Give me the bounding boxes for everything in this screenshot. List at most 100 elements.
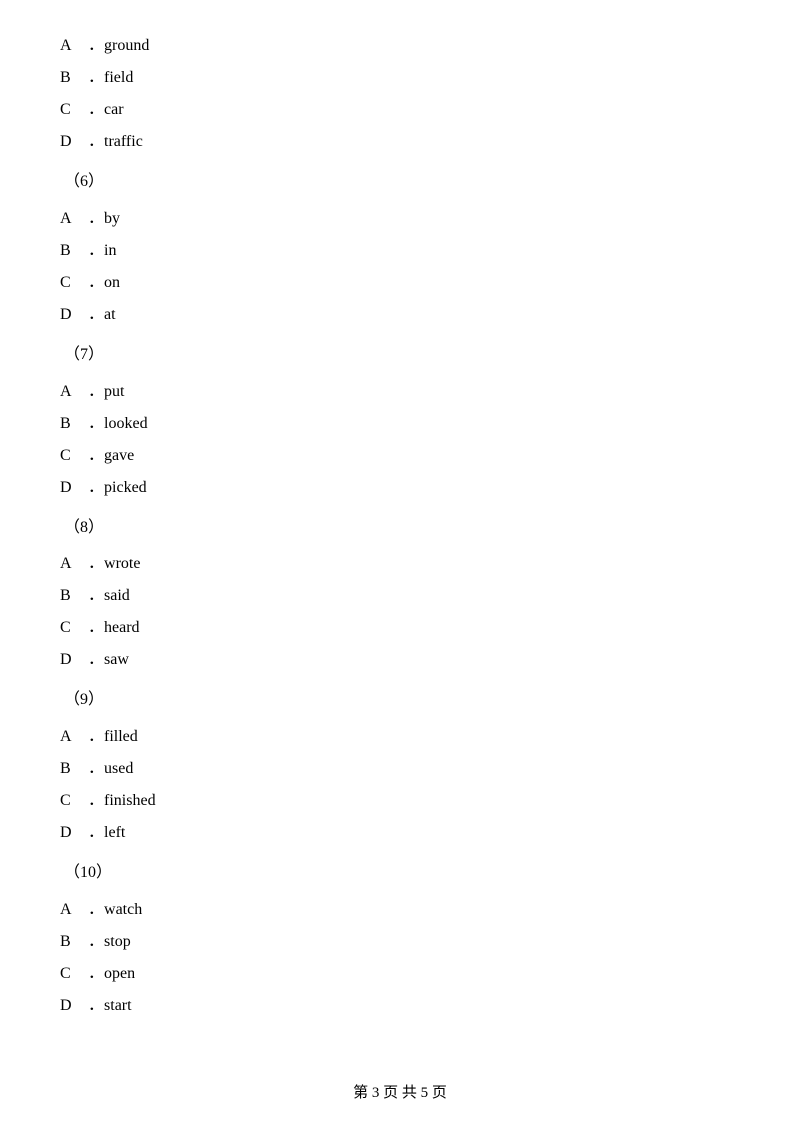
option-text-0-0: ground xyxy=(104,30,149,62)
option-dot-5-1: ． xyxy=(88,926,104,958)
option-1-2: C．on xyxy=(60,267,740,299)
option-letter-0-1: B xyxy=(60,62,88,94)
option-text-5-0: watch xyxy=(104,894,142,926)
option-text-4-3: left xyxy=(104,817,125,849)
option-letter-5-2: C xyxy=(60,958,88,990)
option-1-1: B．in xyxy=(60,235,740,267)
option-text-2-1: looked xyxy=(104,408,148,440)
option-dot-1-3: ． xyxy=(88,299,104,331)
option-text-4-2: finished xyxy=(104,785,156,817)
option-letter-3-3: D xyxy=(60,644,88,676)
option-text-5-2: open xyxy=(104,958,135,990)
option-letter-0-3: D xyxy=(60,126,88,158)
option-text-3-3: saw xyxy=(104,644,129,676)
option-text-2-0: put xyxy=(104,376,124,408)
option-letter-3-0: A xyxy=(60,548,88,580)
option-text-3-0: wrote xyxy=(104,548,140,580)
option-dot-1-0: ． xyxy=(88,203,104,235)
option-5-3: D．start xyxy=(60,990,740,1022)
option-letter-1-2: C xyxy=(60,267,88,299)
question-number-5: （10） xyxy=(60,859,740,888)
option-dot-4-2: ． xyxy=(88,785,104,817)
option-letter-1-3: D xyxy=(60,299,88,331)
option-letter-2-2: C xyxy=(60,440,88,472)
option-dot-2-2: ． xyxy=(88,440,104,472)
option-0-2: C．car xyxy=(60,94,740,126)
option-text-3-2: heard xyxy=(104,612,140,644)
option-4-1: B．used xyxy=(60,753,740,785)
option-3-0: A．wrote xyxy=(60,548,740,580)
option-dot-0-1: ． xyxy=(88,62,104,94)
option-text-3-1: said xyxy=(104,580,130,612)
option-letter-5-3: D xyxy=(60,990,88,1022)
option-5-0: A．watch xyxy=(60,894,740,926)
question-number-4: （9） xyxy=(60,686,740,715)
option-text-0-1: field xyxy=(104,62,133,94)
option-1-0: A．by xyxy=(60,203,740,235)
option-dot-4-0: ． xyxy=(88,721,104,753)
option-dot-5-0: ． xyxy=(88,894,104,926)
option-2-3: D．picked xyxy=(60,472,740,504)
option-text-4-0: filled xyxy=(104,721,138,753)
option-dot-2-1: ． xyxy=(88,408,104,440)
option-dot-3-0: ． xyxy=(88,548,104,580)
option-text-1-0: by xyxy=(104,203,120,235)
option-5-1: B．stop xyxy=(60,926,740,958)
option-3-2: C．heard xyxy=(60,612,740,644)
option-text-5-3: start xyxy=(104,990,132,1022)
option-dot-2-3: ． xyxy=(88,472,104,504)
option-text-4-1: used xyxy=(104,753,133,785)
option-text-2-2: gave xyxy=(104,440,134,472)
option-1-3: D．at xyxy=(60,299,740,331)
option-0-0: A．ground xyxy=(60,30,740,62)
footer-text: 第 3 页 共 5 页 xyxy=(353,1085,447,1101)
option-letter-4-3: D xyxy=(60,817,88,849)
option-dot-5-3: ． xyxy=(88,990,104,1022)
option-4-2: C．finished xyxy=(60,785,740,817)
option-2-2: C．gave xyxy=(60,440,740,472)
option-text-0-3: traffic xyxy=(104,126,143,158)
option-letter-4-1: B xyxy=(60,753,88,785)
question-number-3: （8） xyxy=(60,514,740,543)
option-letter-5-1: B xyxy=(60,926,88,958)
option-text-1-3: at xyxy=(104,299,116,331)
option-dot-3-3: ． xyxy=(88,644,104,676)
option-letter-0-0: A xyxy=(60,30,88,62)
option-letter-4-0: A xyxy=(60,721,88,753)
option-dot-0-3: ． xyxy=(88,126,104,158)
option-dot-1-2: ． xyxy=(88,267,104,299)
option-dot-5-2: ． xyxy=(88,958,104,990)
page-content: A．groundB．fieldC．carD．traffic（6）A．byB．in… xyxy=(0,0,800,1082)
option-3-3: D．saw xyxy=(60,644,740,676)
option-0-3: D．traffic xyxy=(60,126,740,158)
option-dot-4-3: ． xyxy=(88,817,104,849)
option-letter-1-1: B xyxy=(60,235,88,267)
option-dot-3-2: ． xyxy=(88,612,104,644)
option-letter-2-0: A xyxy=(60,376,88,408)
option-letter-2-3: D xyxy=(60,472,88,504)
option-text-5-1: stop xyxy=(104,926,131,958)
option-2-1: B．looked xyxy=(60,408,740,440)
option-dot-1-1: ． xyxy=(88,235,104,267)
option-dot-2-0: ． xyxy=(88,376,104,408)
option-letter-3-2: C xyxy=(60,612,88,644)
option-letter-2-1: B xyxy=(60,408,88,440)
option-0-1: B．field xyxy=(60,62,740,94)
page-footer: 第 3 页 共 5 页 xyxy=(0,1081,800,1102)
option-3-1: B．said xyxy=(60,580,740,612)
question-number-2: （7） xyxy=(60,341,740,370)
question-number-1: （6） xyxy=(60,168,740,197)
option-5-2: C．open xyxy=(60,958,740,990)
option-letter-5-0: A xyxy=(60,894,88,926)
option-dot-0-0: ． xyxy=(88,30,104,62)
option-4-3: D．left xyxy=(60,817,740,849)
option-text-1-1: in xyxy=(104,235,116,267)
option-text-0-2: car xyxy=(104,94,124,126)
option-text-1-2: on xyxy=(104,267,120,299)
option-text-2-3: picked xyxy=(104,472,147,504)
option-letter-4-2: C xyxy=(60,785,88,817)
option-dot-4-1: ． xyxy=(88,753,104,785)
option-2-0: A．put xyxy=(60,376,740,408)
option-4-0: A．filled xyxy=(60,721,740,753)
option-dot-0-2: ． xyxy=(88,94,104,126)
